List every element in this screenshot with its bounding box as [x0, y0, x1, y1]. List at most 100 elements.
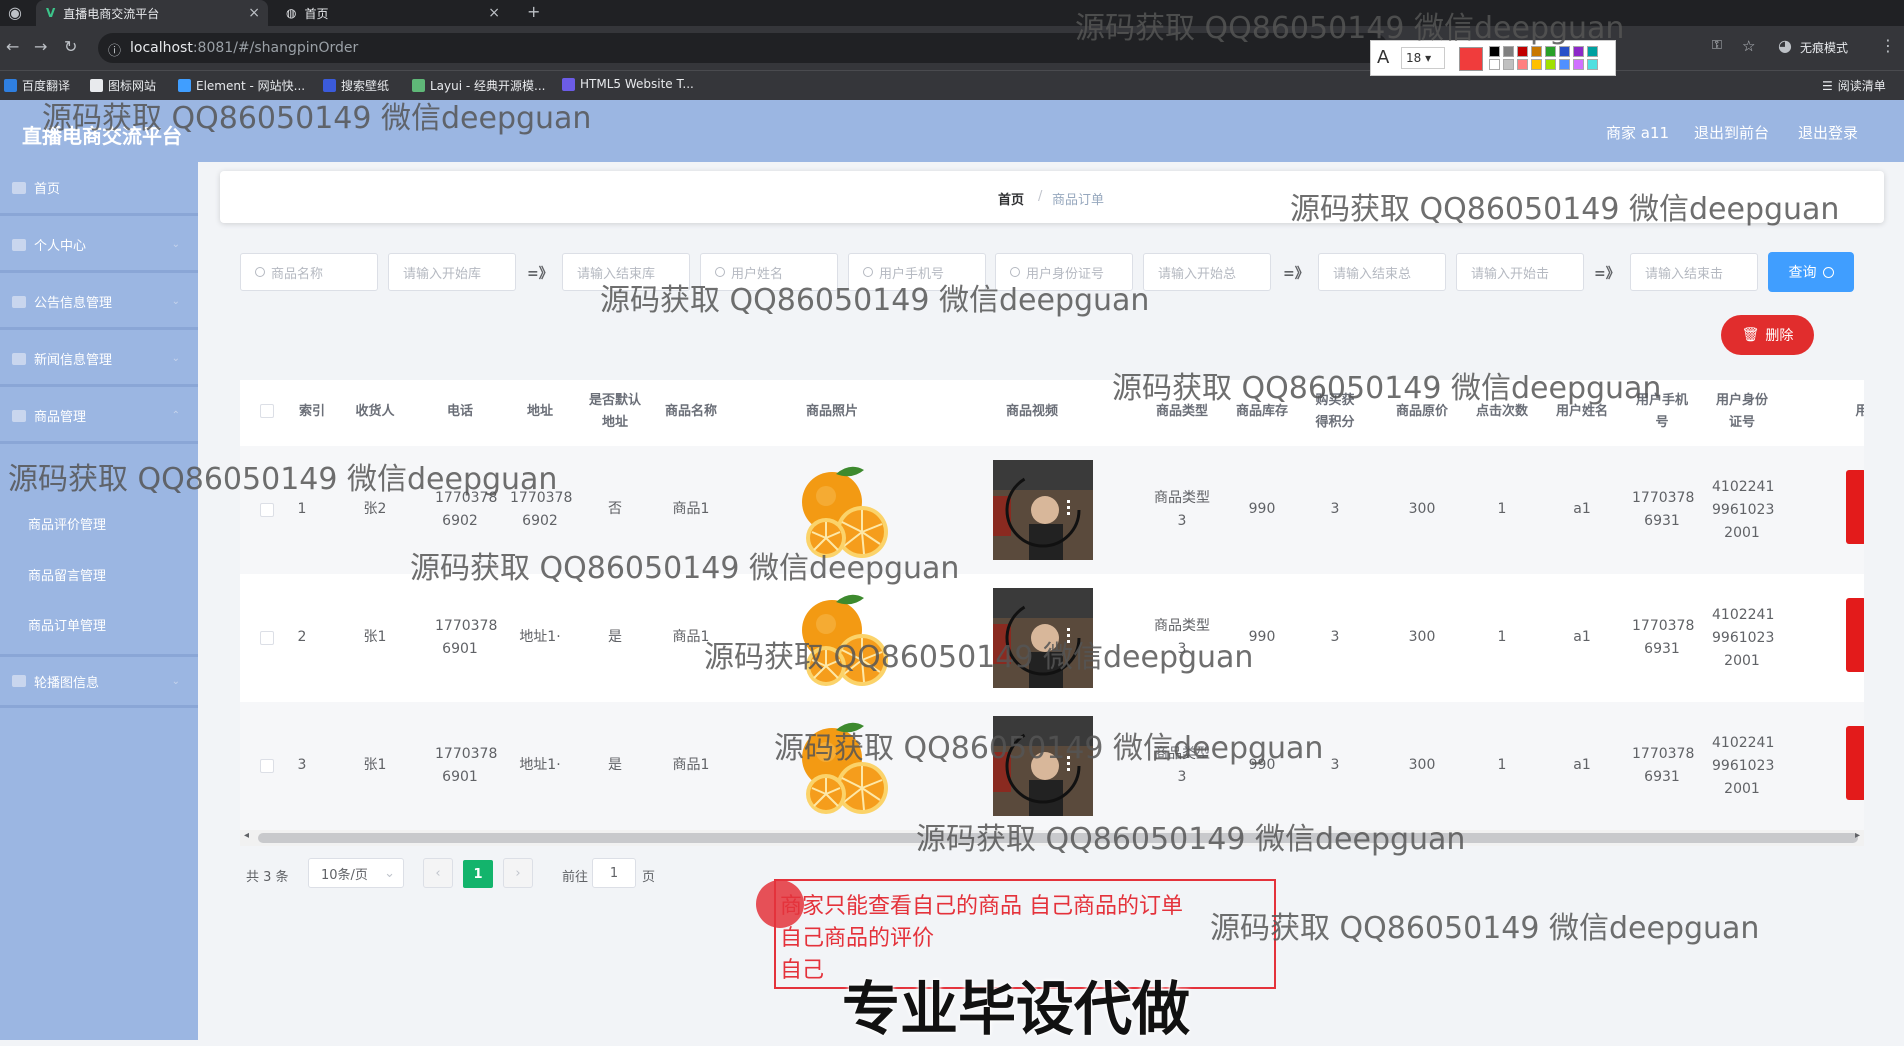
search-product-name-input[interactable]: 商品名称: [240, 253, 378, 291]
sidebar-item-home[interactable]: 首页: [0, 162, 198, 216]
color-swatch[interactable]: [1545, 59, 1556, 70]
page-number-1[interactable]: 1: [463, 860, 493, 888]
wallpaper-icon: [323, 79, 336, 92]
cell-user-id: 4102241 9961023 2001: [1712, 479, 1775, 541]
sidebar-item-profile[interactable]: 个人中心 ⌄: [0, 219, 198, 273]
color-swatch[interactable]: [1517, 46, 1528, 57]
layui-logo-icon: [412, 79, 425, 92]
th-is-default: 是否默认地址: [589, 393, 642, 430]
sidebar-item-label: 公告信息管理: [34, 296, 113, 311]
logout-link[interactable]: 退出登录: [1798, 122, 1858, 143]
more-menu-icon[interactable]: ⋮: [1880, 36, 1896, 55]
cell-user-phone: 1770378 6931: [1632, 746, 1695, 785]
delete-button[interactable]: 🗑 删除: [1721, 315, 1814, 355]
cell-points: 3: [1330, 501, 1340, 517]
row-checkbox[interactable]: [260, 631, 274, 645]
scroll-left-icon[interactable]: ◂: [244, 830, 249, 841]
bookmark-label: 图标网站: [108, 79, 157, 93]
bookmark-layui[interactable]: Layui - 经典开源模...: [412, 77, 545, 94]
cell-receiver: 张1: [363, 757, 387, 773]
sidebar-item-products[interactable]: 商品管理 ⌃: [0, 390, 198, 444]
clicks-end-input[interactable]: 请输入结束击: [1630, 253, 1758, 291]
sidebar-item-news[interactable]: 新闻信息管理 ⌄: [0, 333, 198, 387]
color-swatch[interactable]: [1573, 46, 1584, 57]
stock-start-input[interactable]: 请输入开始库: [388, 253, 516, 291]
chevron-up-icon: ⌃: [171, 410, 180, 421]
bookmark-wallpaper[interactable]: 搜索壁纸: [323, 77, 389, 94]
sidebar-subitem-messages[interactable]: 商品留言管理: [28, 565, 106, 584]
info-icon: ⓘ: [108, 44, 122, 59]
query-button[interactable]: 查询: [1768, 252, 1854, 292]
goto-page-input[interactable]: 1: [592, 858, 636, 888]
color-swatch[interactable]: [1517, 59, 1528, 70]
tab-platform[interactable]: V 直播电商交流平台 ×: [36, 0, 268, 26]
watermark: 源码获取 QQ86050149 微信deepguan: [600, 283, 1150, 318]
points-start-input[interactable]: 请输入开始总: [1143, 253, 1271, 291]
cell-receiver: 张2: [363, 501, 387, 517]
font-size-select[interactable]: 18 ▾: [1401, 47, 1445, 69]
page-size-select[interactable]: 10条/页 ⌄: [308, 858, 404, 888]
points-end-input[interactable]: 请输入结束总: [1318, 253, 1446, 291]
new-tab-button[interactable]: +: [527, 2, 540, 21]
tab-home[interactable]: ◍ 首页 ×: [276, 0, 508, 26]
breadcrumb-home[interactable]: 首页: [998, 189, 1024, 208]
image-icon: [12, 675, 26, 687]
color-swatch[interactable]: [1489, 59, 1500, 70]
color-swatch[interactable]: [1559, 59, 1570, 70]
bookmark-label: 搜索壁纸: [341, 79, 390, 93]
clicks-start-input[interactable]: 请输入开始击: [1456, 253, 1584, 291]
color-swatch[interactable]: [1559, 46, 1570, 57]
sidebar: 首页 个人中心 ⌄ 公告信息管理 ⌄ 新闻信息管理 ⌄ 商品管理 ⌃ 商品评价管理 商品…: [0, 162, 198, 1040]
range-arrow: =》: [1283, 266, 1309, 282]
color-swatch[interactable]: [1503, 46, 1514, 57]
tab-close-icon[interactable]: ×: [248, 5, 260, 21]
key-icon[interactable]: ⚿: [1712, 38, 1722, 53]
back-to-front-link[interactable]: 退出到前台: [1694, 122, 1769, 143]
sidebar-item-carousel[interactable]: 轮播图信息 ⌄: [0, 654, 198, 708]
row-checkbox[interactable]: [260, 503, 274, 517]
reload-icon[interactable]: ↻: [64, 37, 77, 56]
th-product-photo: 商品照片: [805, 404, 858, 419]
incognito-label[interactable]: 无痕模式: [1800, 39, 1848, 56]
star-icon[interactable]: ☆: [1742, 37, 1755, 55]
forward-icon[interactable]: →: [34, 37, 47, 56]
back-icon[interactable]: ←: [6, 37, 19, 56]
scroll-right-icon[interactable]: ▸: [1855, 830, 1860, 841]
prev-page-button[interactable]: ‹: [423, 858, 453, 888]
color-swatch[interactable]: [1531, 46, 1542, 57]
cell-receiver: 张1: [363, 629, 387, 645]
color-swatch[interactable]: [1545, 46, 1556, 57]
chevron-down-icon: ⌄: [171, 675, 180, 687]
th-truncated: 用: [1855, 404, 1864, 419]
vue-logo-icon: V: [46, 6, 56, 20]
color-swatch[interactable]: [1587, 46, 1598, 57]
row-checkbox[interactable]: [260, 759, 274, 773]
placeholder: 请输入结束总: [1333, 266, 1412, 282]
color-swatch[interactable]: [1531, 59, 1542, 70]
sidebar-item-notice[interactable]: 公告信息管理 ⌄: [0, 276, 198, 330]
bookmark-element[interactable]: Element - 网站快...: [178, 77, 305, 94]
cell-user-id: 4102241 9961023 2001: [1712, 735, 1775, 797]
cell-price: 300: [1408, 629, 1436, 645]
current-color-swatch[interactable]: [1459, 47, 1483, 71]
cell-user-name: a1: [1573, 757, 1591, 773]
color-swatch[interactable]: [1573, 59, 1584, 70]
select-all-checkbox[interactable]: [260, 404, 274, 418]
bookmark-baidu-fanyi[interactable]: 百度翻译: [4, 77, 70, 94]
reading-list[interactable]: ☰ 阅读清单: [1822, 77, 1886, 94]
browser-menu-icon[interactable]: ◉: [8, 3, 22, 22]
list-icon: [12, 409, 26, 422]
color-swatch[interactable]: [1489, 46, 1500, 57]
sidebar-subitem-reviews[interactable]: 商品评价管理: [28, 514, 106, 533]
news-icon: [12, 352, 26, 365]
next-page-button[interactable]: ›: [503, 858, 533, 888]
color-swatch[interactable]: [1587, 59, 1598, 70]
tab-close-icon[interactable]: ×: [488, 5, 500, 21]
bookmark-icon-site[interactable]: 图标网站: [90, 77, 156, 94]
sidebar-subitem-orders[interactable]: 商品订单管理: [28, 615, 106, 634]
product-video[interactable]: [993, 460, 1093, 560]
bookmark-html5[interactable]: HTML5 Website T...: [562, 77, 694, 91]
cell-is-default: 是: [608, 757, 622, 773]
color-swatch[interactable]: [1503, 59, 1514, 70]
range-arrow: =》: [527, 266, 553, 282]
